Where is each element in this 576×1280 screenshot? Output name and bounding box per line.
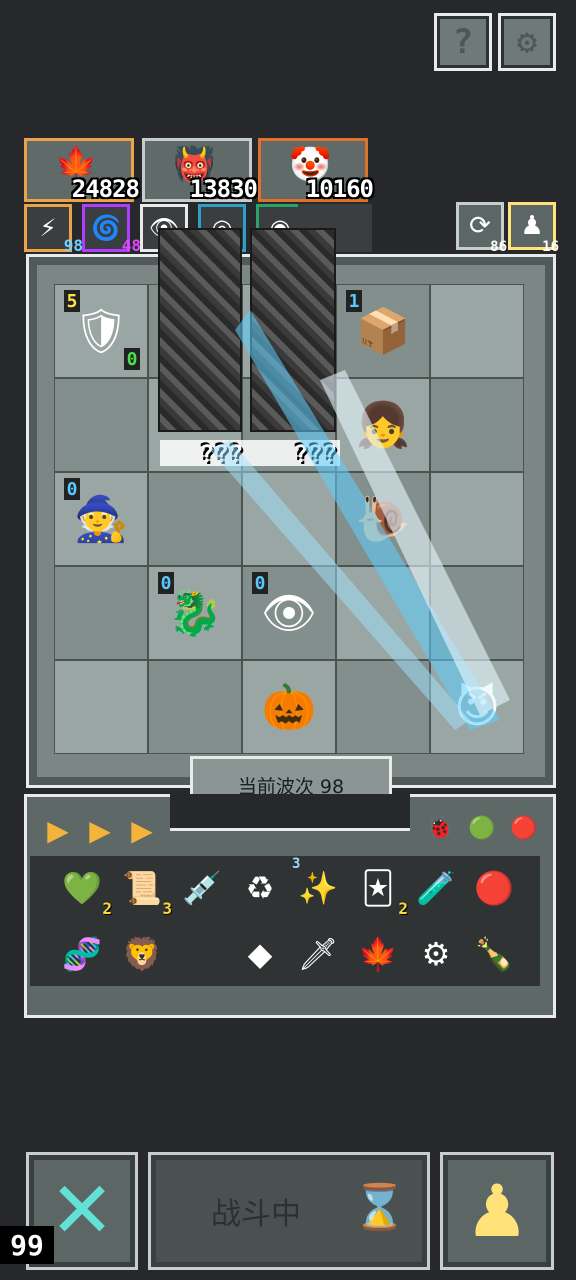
inventory-tab[interactable]: ▶ (82, 812, 118, 848)
dagger-icon: 🗡 (297, 935, 339, 973)
recycle-jar-icon: ♻ (245, 869, 275, 907)
inventory-filter[interactable]: 🟢 (464, 810, 500, 846)
pawn-icon: ♟ (464, 1169, 530, 1253)
inventory-filter[interactable]: 🐞 (422, 810, 458, 846)
scroll-icon: 📜 (122, 869, 162, 907)
lion-shield-icon: 🦁 (122, 935, 162, 973)
wizard-card-icon: 🃏 (361, 869, 395, 907)
battle-status-button[interactable]: 战斗中 ⌛ (148, 1152, 430, 1270)
item-maple-leaf[interactable]: 🍁 (354, 930, 402, 978)
gear-cog-icon: ⚙ (421, 935, 451, 973)
item-lion-shield[interactable]: 🦁 (118, 930, 166, 978)
maple-leaf-icon: 🍁 (358, 935, 398, 973)
battle-status-label: 战斗中 (211, 1197, 301, 1232)
item-recycle-jar[interactable]: ♻ (236, 864, 284, 912)
ice-lightning-effect (210, 310, 510, 730)
item-diamond-tile[interactable]: ◆ (236, 930, 284, 978)
item-count: 2 (102, 899, 112, 918)
inventory-notch (170, 794, 410, 831)
dna-helix-icon: 🧬 (62, 935, 102, 973)
inventory-tab[interactable]: ▶ (40, 812, 76, 848)
red-orb-icon: 🔴 (474, 869, 514, 907)
item-green-bottle[interactable]: 🍾 (470, 930, 518, 978)
item-scroll[interactable]: 📜 3 (118, 864, 172, 918)
item-red-orb[interactable]: 🔴 (470, 864, 518, 912)
item-star-sparkle[interactable]: ✨ 3 (292, 856, 342, 912)
item-heart-gem[interactable]: 💚 2 (58, 864, 112, 918)
item-wizard-card[interactable]: 🃏 2 (354, 864, 408, 918)
inventory-filter[interactable]: 🔴 (506, 810, 542, 846)
syringe-icon: 💉 (182, 869, 222, 907)
item-count: 2 (398, 899, 408, 918)
star-sparkle-icon: ✨ (298, 869, 338, 907)
item-gear-cog[interactable]: ⚙ (412, 930, 460, 978)
speed-counter: 99 (0, 1226, 54, 1264)
diamond-tile-icon: ◆ (247, 935, 273, 973)
green-bottle-icon: 🍾 (474, 935, 514, 973)
item-syringe[interactable]: 💉 (178, 864, 226, 912)
inventory-grid (30, 856, 540, 986)
heart-gem-icon: 💚 (62, 869, 102, 907)
potion-flask-icon: 🧪 (416, 869, 456, 907)
item-dna-helix[interactable]: 🧬 (58, 930, 106, 978)
inventory-tab[interactable]: ▶ (124, 812, 160, 848)
item-level: 3 (292, 856, 301, 872)
item-count: 3 (162, 899, 172, 918)
item-potion-flask[interactable]: 🧪 (412, 864, 460, 912)
hourglass-icon: ⌛ (352, 1182, 407, 1233)
summon-pawn-button[interactable]: ♟ (440, 1152, 554, 1270)
item-dagger[interactable]: 🗡 (294, 930, 342, 978)
